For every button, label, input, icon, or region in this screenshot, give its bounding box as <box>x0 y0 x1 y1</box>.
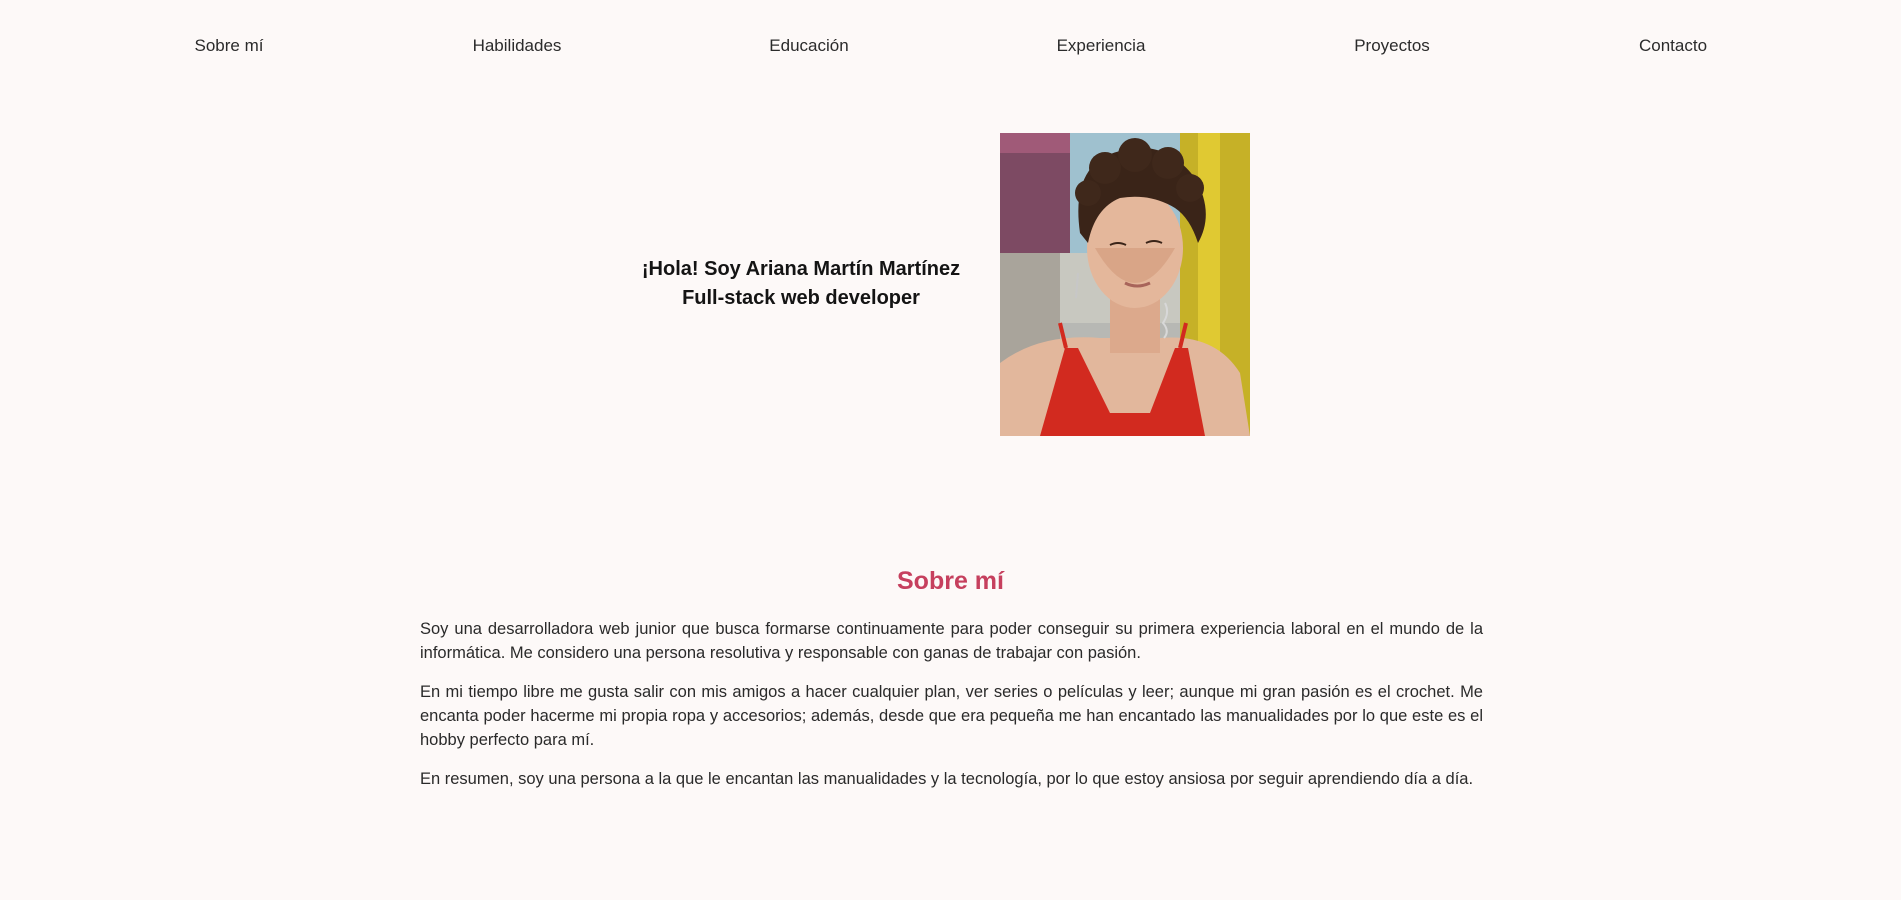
hero-role: Full-stack web developer <box>682 287 920 309</box>
hero-heading: ¡Hola! Soy Ariana Martín Martínez Full-s… <box>600 255 1002 313</box>
about-paragraph: Soy una desarrolladora web junior que bu… <box>420 620 1483 662</box>
nav-habilidades[interactable]: Habilidades <box>473 36 562 56</box>
about-paragraph: En resumen, soy una persona a la que le … <box>420 770 1474 788</box>
nav-sobre-mi[interactable]: Sobre mí <box>195 36 264 56</box>
hero-greeting: ¡Hola! Soy Ariana Martín Martínez <box>641 258 961 280</box>
about-paragraph: En mi tiempo libre me gusta salir con mi… <box>420 683 1483 749</box>
nav-educacion[interactable]: Educación <box>769 36 848 56</box>
about-title: Sobre mí <box>897 567 1004 595</box>
nav-experiencia[interactable]: Experiencia <box>1057 36 1146 56</box>
about-body: Soy una desarrolladora web junior que bu… <box>420 617 1483 806</box>
nav-contacto[interactable]: Contacto <box>1639 36 1707 56</box>
profile-photo <box>1000 133 1250 436</box>
main-nav: Sobre mí Habilidades Educación Experienc… <box>0 36 1901 60</box>
nav-proyectos[interactable]: Proyectos <box>1354 36 1430 56</box>
